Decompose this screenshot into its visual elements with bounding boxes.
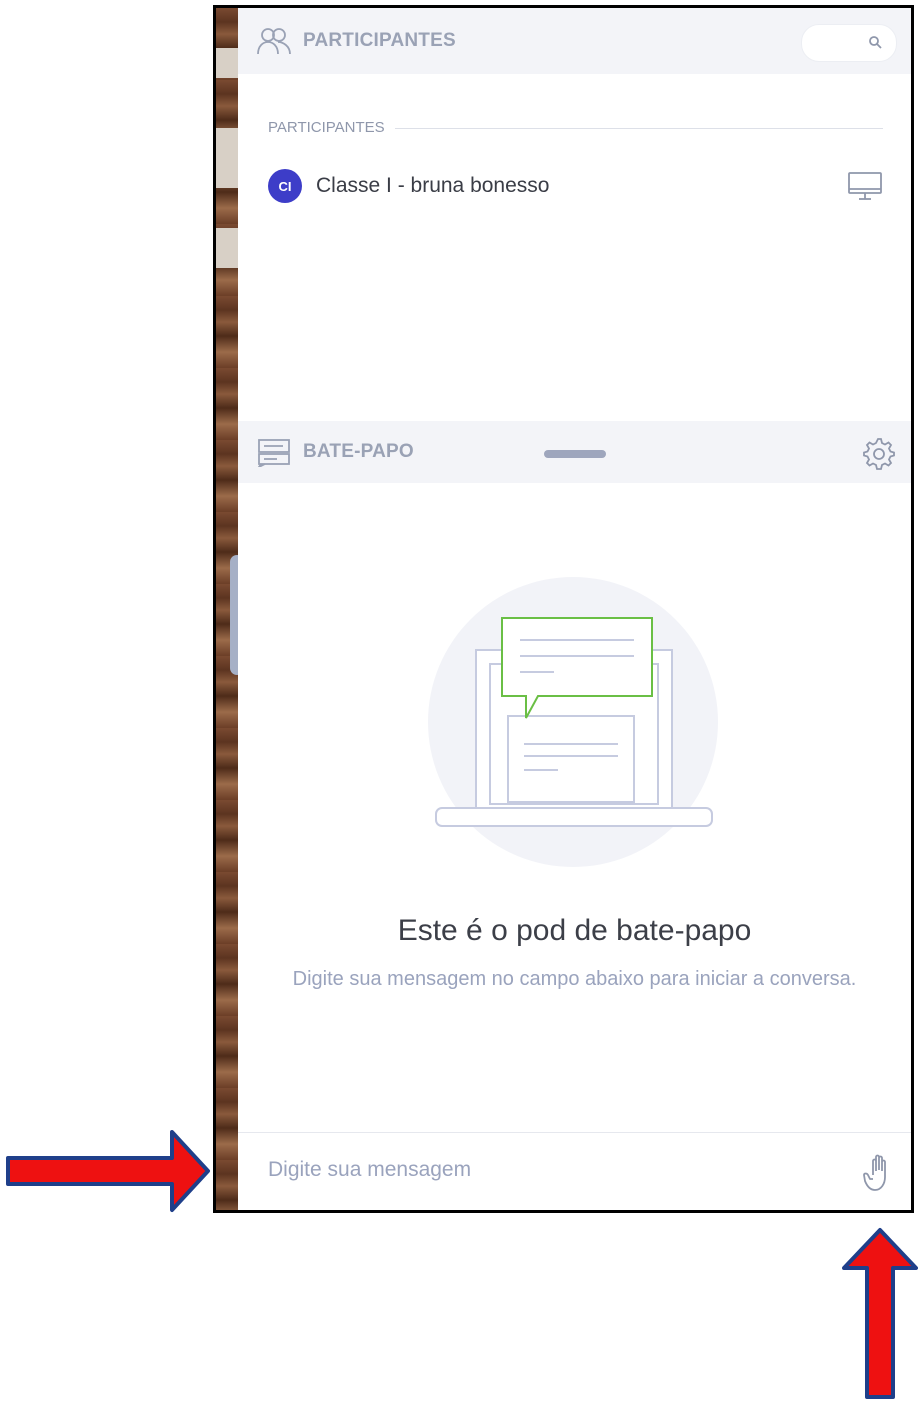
annotation-arrow-up <box>842 1228 918 1399</box>
strip-highlight <box>216 48 238 78</box>
participants-header-title: PARTICIPANTES <box>303 30 456 51</box>
participants-section-label: PARTICIPANTES <box>268 119 395 136</box>
participant-name: Classe I - bruna bonesso <box>316 174 550 197</box>
chat-empty-title: Este é o pod de bate-papo <box>397 914 752 947</box>
side-panel: PARTICIPANTES PARTICIPANTES CI Classe I … <box>238 8 911 1210</box>
screenshot-frame: PARTICIPANTES PARTICIPANTES CI Classe I … <box>213 5 914 1213</box>
chat-empty-subtitle: Digite sua mensagem no campo abaixo para… <box>292 968 857 990</box>
participant-search-input[interactable] <box>801 24 897 62</box>
hand-icon[interactable] <box>863 1153 897 1193</box>
pod-resize-handle[interactable] <box>544 450 606 458</box>
chat-composer[interactable]: Digite sua mensagem <box>238 1132 911 1210</box>
empty-chat-illustration <box>428 577 718 867</box>
strip-highlight <box>216 228 238 268</box>
message-input[interactable]: Digite sua mensagem <box>268 1158 471 1182</box>
gear-icon[interactable] <box>861 436 895 470</box>
participants-header: PARTICIPANTES <box>238 8 911 74</box>
search-icon <box>869 36 882 49</box>
participant-row[interactable]: CI Classe I - bruna bonesso <box>268 166 891 206</box>
chat-icon <box>257 439 290 467</box>
participants-icon <box>257 28 291 55</box>
annotation-arrow-right <box>6 1130 210 1212</box>
strip-highlight <box>216 128 238 188</box>
monitor-icon <box>848 172 882 200</box>
avatar: CI <box>268 169 302 203</box>
chat-header-title: BATE-PAPO <box>303 441 414 462</box>
